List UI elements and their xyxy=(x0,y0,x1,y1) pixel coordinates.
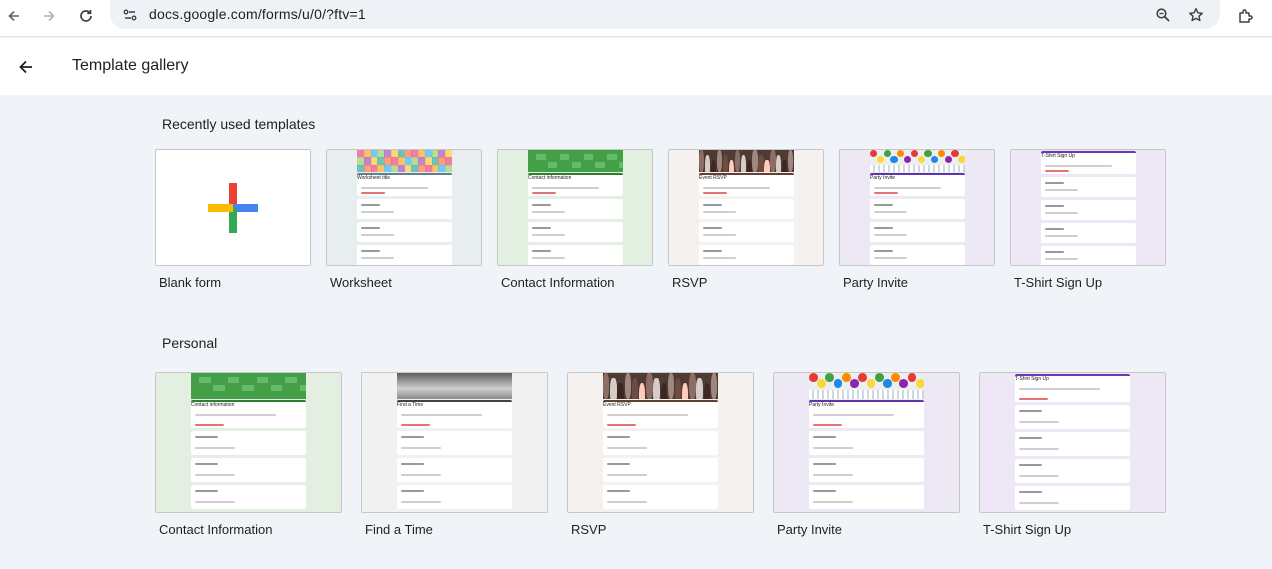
template-card-t-shirt-sign-up[interactable]: T-Shirt Sign Up T-Shirt Sign Up xyxy=(1010,149,1166,293)
section-title-recent: Recently used templates xyxy=(162,116,316,132)
template-label[interactable]: T-Shirt Sign Up xyxy=(1014,275,1102,290)
bookmark-star-icon[interactable] xyxy=(1184,3,1208,27)
template-thumbnail[interactable]: Contact information xyxy=(155,372,342,513)
preview-title: Contact information xyxy=(191,402,235,408)
zoom-icon[interactable] xyxy=(1151,3,1175,27)
template-thumbnail[interactable]: Party Invite xyxy=(773,372,960,513)
template-card-party-invite[interactable]: Party Invite Party Invite xyxy=(773,372,960,540)
template-card-blank-form[interactable]: Blank form xyxy=(155,149,311,293)
preview-title: T-Shirt Sign Up xyxy=(1041,153,1075,159)
browser-toolbar: docs.google.com/forms/u/0/?ftv=1 xyxy=(0,0,1272,37)
preview-title: Event RSVP xyxy=(603,402,631,408)
template-thumbnail[interactable] xyxy=(155,149,311,266)
template-thumbnail[interactable]: Worksheet title xyxy=(326,149,482,266)
preview-title: Worksheet title xyxy=(357,175,390,181)
template-label[interactable]: RSVP xyxy=(571,522,606,537)
preview-title: Contact information xyxy=(528,175,572,181)
preview-title: T-Shirt Sign Up xyxy=(1015,376,1049,382)
template-card-rsvp[interactable]: Event RSVP RSVP xyxy=(567,372,754,540)
template-card-contact-information[interactable]: Contact information Contact Information xyxy=(155,372,342,540)
url-text[interactable]: docs.google.com/forms/u/0/?ftv=1 xyxy=(149,6,366,22)
template-label[interactable]: Contact Information xyxy=(501,275,614,290)
reload-icon[interactable] xyxy=(73,3,99,29)
template-card-worksheet[interactable]: Worksheet title Worksheet xyxy=(326,149,482,293)
template-card-rsvp[interactable]: Event RSVP RSVP xyxy=(668,149,824,293)
plus-icon xyxy=(208,182,258,233)
preview-title: Party Invite xyxy=(809,402,835,408)
forward-arrow-icon[interactable] xyxy=(36,3,62,29)
template-thumbnail[interactable]: Event RSVP xyxy=(668,149,824,266)
app-header: Template gallery xyxy=(0,38,1272,95)
template-card-party-invite[interactable]: Party Invite Party Invite xyxy=(839,149,995,293)
template-thumbnail[interactable]: Party Invite xyxy=(839,149,995,266)
template-thumbnail[interactable]: Contact information xyxy=(497,149,653,266)
template-thumbnail[interactable]: T-Shirt Sign Up xyxy=(1010,149,1166,266)
back-arrow-icon[interactable] xyxy=(1,3,27,29)
template-label[interactable]: Blank form xyxy=(159,275,221,290)
template-label[interactable]: T-Shirt Sign Up xyxy=(983,522,1071,537)
site-settings-icon[interactable] xyxy=(118,3,142,27)
template-label[interactable]: Find a Time xyxy=(365,522,433,537)
extensions-icon[interactable] xyxy=(1233,3,1259,29)
template-card-t-shirt-sign-up[interactable]: T-Shirt Sign Up T-Shirt Sign Up xyxy=(979,372,1166,540)
template-card-find-a-time[interactable]: Find a Time Find a Time xyxy=(361,372,548,540)
template-label[interactable]: Worksheet xyxy=(330,275,392,290)
template-label[interactable]: Contact Information xyxy=(159,522,272,537)
template-card-contact-information[interactable]: Contact information Contact Information xyxy=(497,149,653,293)
template-label[interactable]: Party Invite xyxy=(843,275,908,290)
section-title-personal: Personal xyxy=(162,335,218,351)
preview-title: Party Invite xyxy=(870,175,896,181)
address-bar[interactable]: docs.google.com/forms/u/0/?ftv=1 xyxy=(110,0,1220,29)
template-label[interactable]: RSVP xyxy=(672,275,707,290)
template-thumbnail[interactable]: T-Shirt Sign Up xyxy=(979,372,1166,513)
template-thumbnail[interactable]: Find a Time xyxy=(361,372,548,513)
preview-title: Find a Time xyxy=(397,402,424,408)
template-label[interactable]: Party Invite xyxy=(777,522,842,537)
template-thumbnail[interactable]: Event RSVP xyxy=(567,372,754,513)
preview-title: Event RSVP xyxy=(699,175,727,181)
arrow-left-icon[interactable] xyxy=(12,53,40,81)
page-title: Template gallery xyxy=(72,57,189,74)
